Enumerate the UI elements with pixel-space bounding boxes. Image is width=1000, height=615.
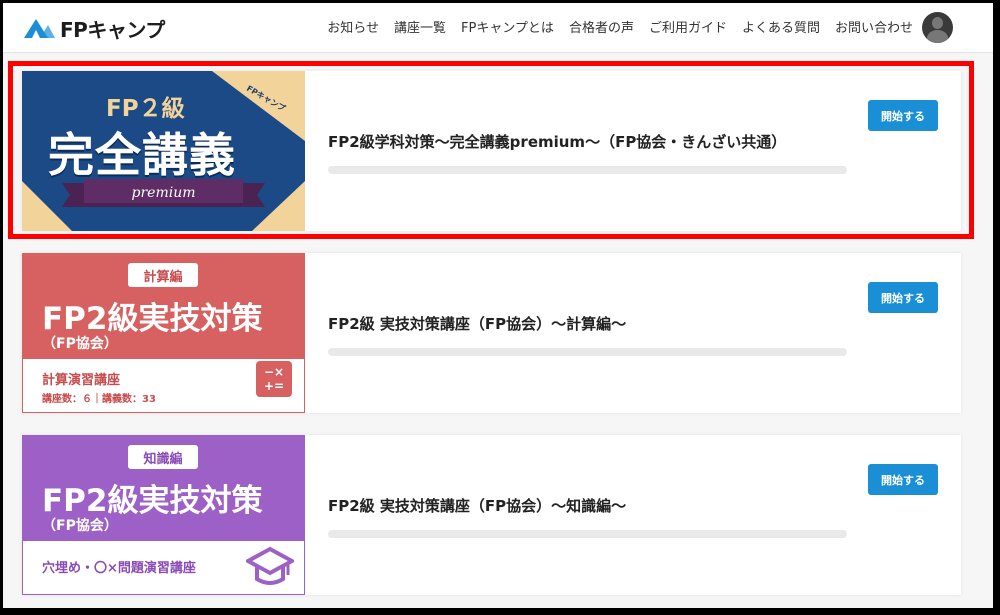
course-progress-bar [328,348,847,356]
course-progress-bar [328,166,847,174]
course-card-calculation[interactable]: 計算編 FP2級実技対策 （FP協会） 計算演習講座 講座数：６｜講義数：33 … [22,253,961,413]
logo-text: FPキャンプ [60,17,165,42]
user-avatar[interactable] [922,12,953,43]
start-button[interactable]: 開始する [868,464,938,495]
thumbnail-title: 完全講義 [48,128,236,182]
course-thumbnail[interactable]: FPキャンプ FP２級 完全講義 premium [22,71,305,231]
app-frame: FPキャンプ お知らせ 講座一覧 FPキャンプとは 合格者の声 ご利用ガイド よ… [3,3,993,608]
nav-news[interactable]: お知らせ [327,17,379,36]
graduation-cap-icon [246,546,294,585]
thumbnail-title: FP2級実技対策 [42,483,263,519]
thumbnail-title: FP2級実技対策 [42,301,263,337]
course-progress-bar [328,530,847,538]
calculator-icon: −× += [256,361,292,397]
thumbnail-band: 穴埋め・〇×問題演習講座 [22,541,305,595]
course-title[interactable]: FP2級学科対策～完全講義premium～（FP協会・きんざい共通） [328,131,786,152]
course-title[interactable]: FP2級 実技対策講座（FP協会）～知識編～ [328,495,626,516]
site-logo[interactable]: FPキャンプ [22,14,165,42]
band-meta: 講座数：６｜講義数：33 [42,394,156,405]
nav-courses[interactable]: 講座一覧 [394,17,446,36]
band-title: 穴埋め・〇×問題演習講座 [42,561,196,576]
thumbnail-subtitle: （FP協会） [42,336,118,352]
course-card-premium[interactable]: FPキャンプ FP２級 完全講義 premium FP2級学科対策～完全講義pr… [22,71,961,231]
thumbnail-tag: 計算編 [128,263,198,287]
site-header: FPキャンプ お知らせ 講座一覧 FPキャンプとは 合格者の声 ご利用ガイド よ… [3,3,993,53]
nav-faq[interactable]: よくある質問 [742,17,820,36]
thumbnail-ribbon: premium [131,185,196,201]
nav-contact[interactable]: お問い合わせ [835,17,913,36]
thumbnail-subtitle: FP２級 [106,96,185,122]
thumbnail-tag: 知識編 [128,445,198,469]
course-thumbnail[interactable]: 知識編 FP2級実技対策 （FP協会） 穴埋め・〇×問題演習講座 [22,435,305,595]
thumbnail-subtitle: （FP協会） [42,518,118,534]
nav-about[interactable]: FPキャンプとは [461,17,554,36]
course-thumbnail[interactable]: 計算編 FP2級実技対策 （FP協会） 計算演習講座 講座数：６｜講義数：33 … [22,253,305,413]
course-card-knowledge[interactable]: 知識編 FP2級実技対策 （FP協会） 穴埋め・〇×問題演習講座 FP2級 実技… [22,435,961,595]
start-button[interactable]: 開始する [868,100,938,131]
start-button[interactable]: 開始する [868,282,938,313]
band-title: 計算演習講座 [42,373,121,388]
nav-guide[interactable]: ご利用ガイド [649,17,727,36]
tent-logo-icon [24,19,55,38]
course-title[interactable]: FP2級 実技対策講座（FP協会）～計算編～ [328,313,626,334]
main-nav: お知らせ 講座一覧 FPキャンプとは 合格者の声 ご利用ガイド よくある質問 お… [327,17,913,36]
nav-testimonials[interactable]: 合格者の声 [569,17,634,36]
thumbnail-band: 計算演習講座 講座数：６｜講義数：33 −× += [22,359,305,413]
